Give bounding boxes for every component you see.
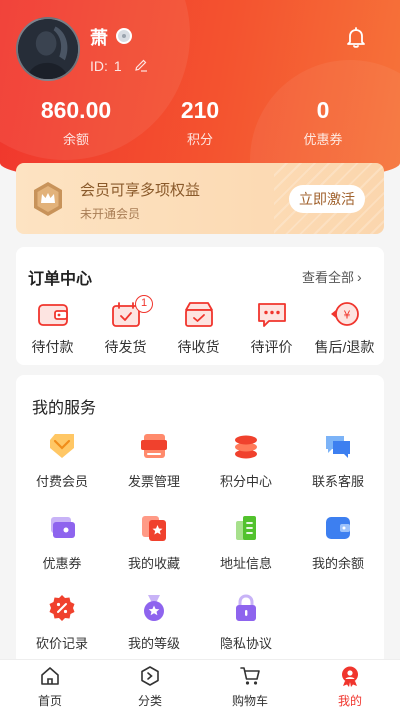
order-center-card: 订单中心 查看全部 › 待付款 1 待发货 待收货 待评价 ¥ 售后/退款 (16, 247, 384, 365)
tab-cart[interactable]: 购物车 (200, 665, 300, 709)
service-label: 积分中心 (219, 474, 272, 489)
service-label: 砍价记录 (35, 636, 88, 651)
service-label: 付费会员 (35, 474, 88, 489)
service-address[interactable]: 地址信息 (200, 513, 292, 572)
crown-badge-icon (34, 182, 62, 216)
address-icon (236, 516, 256, 540)
vip-banner[interactable]: 会员可享多项权益 未开通会员 立即激活 (16, 163, 384, 234)
member-level-badge-icon (116, 28, 132, 44)
my-services-card: 我的服务 付费会员 发票管理 积分中心 联系客服 优惠券 我的收藏 地址信息 我… (16, 375, 384, 665)
cart-icon (240, 667, 260, 685)
service-customer-support[interactable]: 联系客服 (292, 431, 384, 490)
user-id-label: ID: (90, 58, 108, 74)
refund-icon: ¥ (330, 302, 359, 326)
ticket-icon (51, 517, 75, 538)
my-services-title: 我的服务 (32, 400, 97, 417)
service-label: 我的收藏 (127, 556, 180, 571)
comment-icon (257, 303, 286, 327)
avatar-photo-icon (18, 19, 78, 79)
chat-icon (326, 436, 350, 458)
service-privacy-policy[interactable]: 隐私协议 (200, 593, 292, 652)
service-favorites[interactable]: 我的收藏 (108, 513, 200, 572)
home-icon (41, 667, 59, 685)
service-label: 隐私协议 (219, 636, 272, 651)
tab-category[interactable]: 分类 (100, 665, 200, 709)
coin-stack-icon (235, 435, 257, 459)
service-my-level[interactable]: 我的等级 (108, 593, 200, 652)
star-card-icon (142, 516, 166, 541)
service-coupons[interactable]: 优惠券 (16, 513, 108, 572)
avatar[interactable] (16, 17, 80, 81)
stat-label: 余额 (62, 132, 89, 147)
diamond-tag-icon (50, 434, 74, 458)
service-label: 联系客服 (311, 474, 364, 489)
order-center-title: 订单中心 (28, 271, 93, 288)
medal-icon (144, 595, 164, 621)
order-count-badge: 1 (135, 295, 153, 313)
service-label: 发票管理 (127, 474, 180, 489)
wallet-icon (37, 304, 68, 326)
stat-points[interactable]: 210 积分 (133, 96, 267, 148)
tab-home[interactable]: 首页 (0, 665, 100, 709)
service-label: 我的等级 (127, 636, 180, 651)
tab-label: 首页 (37, 694, 62, 708)
profile-icon (342, 666, 358, 687)
view-all-label: 查看全部 (302, 270, 355, 285)
lock-icon (236, 594, 256, 621)
order-item-label: 待评价 (250, 339, 293, 355)
view-all-orders-link[interactable]: 查看全部 › (302, 267, 362, 286)
order-after-sales[interactable]: ¥ 售后/退款 (308, 299, 381, 357)
svg-text:¥: ¥ (343, 309, 350, 322)
order-item-label: 待发货 (104, 339, 147, 355)
service-label: 我的余额 (311, 556, 364, 571)
order-pending-shipment[interactable]: 1 待发货 (89, 295, 162, 357)
order-item-label: 售后/退款 (314, 339, 375, 355)
profile-header: 萧 ID: 1 860.00 余额 210 积分 0 优惠券 (0, 0, 400, 185)
stat-label: 积分 (186, 132, 213, 147)
user-id-value: 1 (113, 58, 122, 74)
stat-value: 860.00 (40, 97, 112, 123)
box-icon (184, 302, 213, 327)
stat-coupons[interactable]: 0 优惠券 (256, 96, 390, 148)
service-bargain-records[interactable]: 砍价记录 (16, 593, 108, 652)
invoice-icon (141, 434, 167, 458)
category-icon (141, 666, 159, 686)
edit-icon[interactable] (134, 58, 148, 72)
bell-icon[interactable] (344, 25, 368, 49)
stat-value: 0 (316, 97, 330, 123)
discount-icon (49, 595, 75, 621)
username: 萧 (90, 28, 108, 48)
chevron-right-icon: › (357, 269, 362, 285)
order-pending-review[interactable]: 待评价 (235, 299, 308, 357)
order-item-label: 待收货 (177, 339, 220, 355)
order-item-label: 待付款 (31, 339, 74, 355)
service-my-balance[interactable]: 我的余额 (292, 513, 384, 572)
stat-value: 210 (180, 97, 220, 123)
user-id: ID: 1 (90, 58, 122, 74)
bottom-tab-bar: 首页 分类 购物车 我的 (0, 659, 400, 711)
activate-vip-button[interactable]: 立即激活 (289, 185, 365, 213)
service-paid-membership[interactable]: 付费会员 (16, 431, 108, 490)
tab-label: 分类 (137, 694, 162, 708)
stat-label: 优惠券 (303, 132, 343, 147)
service-invoice[interactable]: 发票管理 (108, 431, 200, 490)
tab-mine[interactable]: 我的 (300, 665, 400, 709)
order-pending-payment[interactable]: 待付款 (16, 299, 89, 357)
vip-subtitle: 未开通会员 (80, 207, 141, 221)
service-label: 优惠券 (42, 556, 82, 571)
service-label: 地址信息 (219, 556, 272, 571)
vip-title: 会员可享多项权益 (80, 182, 201, 199)
tab-label: 购物车 (231, 694, 268, 708)
wallet-icon (326, 517, 350, 539)
stat-balance[interactable]: 860.00 余额 (9, 96, 143, 148)
tab-label: 我的 (337, 694, 362, 708)
order-pending-receipt[interactable]: 待收货 (162, 299, 235, 357)
service-points-center[interactable]: 积分中心 (200, 431, 292, 490)
